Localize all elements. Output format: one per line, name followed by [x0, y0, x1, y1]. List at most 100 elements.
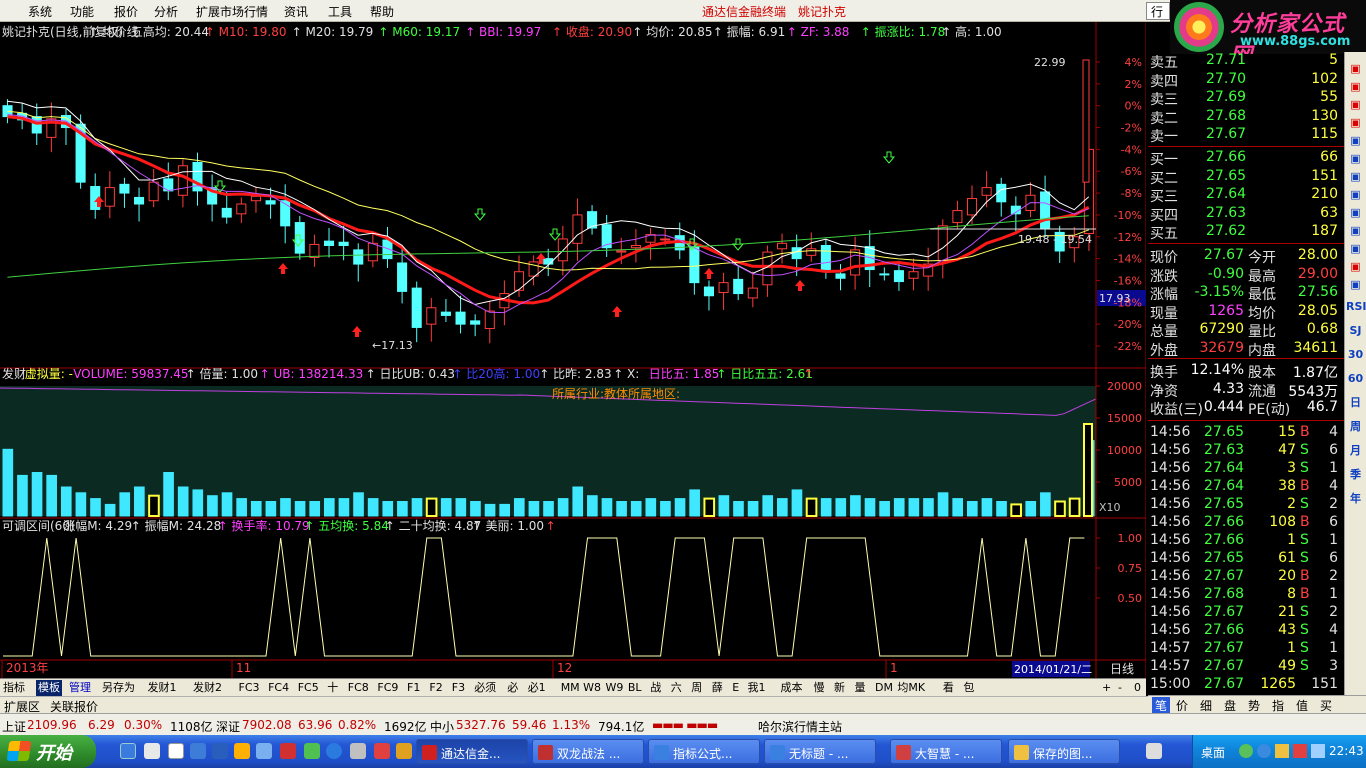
- template-tab-31[interactable]: 量: [855, 680, 866, 696]
- clock[interactable]: 22:43: [1329, 744, 1364, 758]
- trade-tick-row[interactable]: 14:56 27.66 108 B 6: [1148, 514, 1344, 532]
- trade-tick-row[interactable]: 14:56 27.68 8 B 1: [1148, 586, 1344, 604]
- volume-icon[interactable]: [1275, 744, 1289, 758]
- toolbar-chart-icon[interactable]: ▣: [1346, 240, 1365, 258]
- template-tab-10[interactable]: FC8: [348, 680, 369, 696]
- menu-function[interactable]: 功能: [70, 3, 94, 20]
- detail-tab-6[interactable]: 值: [1296, 697, 1308, 714]
- quote-row[interactable]: 现价 27.67 今开 28.00: [1148, 247, 1344, 266]
- chrome-icon[interactable]: [304, 743, 320, 759]
- template-tab-0[interactable]: 指标: [3, 680, 25, 696]
- task-dzh[interactable]: 大智慧 - ...: [890, 739, 1002, 764]
- network-icon[interactable]: [1311, 744, 1325, 758]
- bid-row[interactable]: 买三 27.64 210: [1148, 186, 1344, 205]
- template-tab-27[interactable]: 我1: [748, 680, 766, 696]
- template-tab-32[interactable]: DM: [875, 680, 893, 696]
- template-tab-8[interactable]: FC5: [298, 680, 319, 696]
- finance-row[interactable]: 换手 12.14% 股本 1.87亿: [1148, 362, 1344, 381]
- flash-icon[interactable]: [374, 743, 390, 759]
- template-tab-14[interactable]: F3: [452, 680, 465, 696]
- trade-tick-row[interactable]: 14:56 27.63 47 S 6: [1148, 442, 1344, 460]
- template-tab-12[interactable]: F1: [407, 680, 420, 696]
- quote-row[interactable]: 总量 67290 量比 0.68: [1148, 321, 1344, 340]
- toolbar-30[interactable]: 30: [1346, 346, 1365, 364]
- template-tab-20[interactable]: W9: [606, 680, 624, 696]
- template-tab-1[interactable]: 模板: [36, 680, 62, 696]
- chevron-right-icon[interactable]: [396, 743, 412, 759]
- template-tab-22[interactable]: 战: [650, 680, 661, 696]
- template-tab-17[interactable]: 必1: [528, 680, 546, 696]
- task-untitled[interactable]: 无标题 - ...: [764, 739, 876, 764]
- toolbar-chart-icon[interactable]: ▣: [1346, 96, 1365, 114]
- show-desktop-icon[interactable]: [120, 743, 136, 759]
- quote-row[interactable]: 涨跌 -0.90 最高 29.00: [1148, 266, 1344, 285]
- toolbar-SJ[interactable]: SJ: [1346, 322, 1365, 340]
- trade-tick-row[interactable]: 14:56 27.66 43 S 4: [1148, 622, 1344, 640]
- task-tdx[interactable]: 通达信金...: [416, 739, 528, 764]
- template-tab-19[interactable]: W8: [583, 680, 601, 696]
- task-formula[interactable]: 指标公式...: [648, 739, 760, 764]
- template-tab-7[interactable]: FC4: [268, 680, 289, 696]
- template-tab-5[interactable]: 发财2: [193, 680, 222, 696]
- zoom-button-0[interactable]: +: [1102, 680, 1111, 696]
- toolbar-chart-icon[interactable]: ▣: [1346, 132, 1365, 150]
- template-tab-21[interactable]: BL: [628, 680, 642, 696]
- toolbar-RSI[interactable]: RSI: [1346, 298, 1366, 316]
- detail-tab-1[interactable]: 价: [1176, 697, 1188, 714]
- ask-row[interactable]: 卖三 27.69 55: [1148, 89, 1344, 108]
- template-tab-18[interactable]: MM: [561, 680, 580, 696]
- menu-help[interactable]: 帮助: [370, 3, 394, 20]
- toolbar-周[interactable]: 周: [1346, 418, 1365, 436]
- template-tab-26[interactable]: E: [732, 680, 739, 696]
- keyboard-icon[interactable]: [1146, 743, 1162, 759]
- explorer-icon[interactable]: [144, 743, 160, 759]
- toolbar-chart-icon[interactable]: ▣: [1346, 168, 1365, 186]
- template-tab-6[interactable]: FC3: [239, 680, 260, 696]
- template-tab-3[interactable]: 另存为: [102, 680, 135, 696]
- toolbar-chart-icon[interactable]: ▣: [1346, 78, 1365, 96]
- detail-tab-5[interactable]: 指: [1272, 697, 1284, 714]
- toolbar-chart-icon[interactable]: ▣: [1346, 186, 1365, 204]
- ask-row[interactable]: 卖五 27.71 5: [1148, 52, 1344, 71]
- template-tab-2[interactable]: 管理: [69, 680, 91, 696]
- template-tab-15[interactable]: 必须: [474, 680, 496, 696]
- trade-button[interactable]: 行: [1146, 2, 1170, 20]
- ask-row[interactable]: 卖一 27.67 115: [1148, 126, 1344, 145]
- toolbar-chart-icon[interactable]: ▣: [1346, 150, 1365, 168]
- menu-news[interactable]: 资讯: [284, 3, 308, 20]
- toolbar-季[interactable]: 季: [1346, 466, 1365, 484]
- zoom-button-1[interactable]: -: [1118, 680, 1122, 696]
- tool-icon[interactable]: [350, 743, 366, 759]
- template-tab-29[interactable]: 慢: [814, 680, 825, 696]
- trade-tick-row[interactable]: 14:56 27.66 1 S 1: [1148, 532, 1344, 550]
- toolbar-chart-icon[interactable]: ▣: [1346, 114, 1365, 132]
- chart-area[interactable]: 姚记扑克(日线,前复权) ↑ 均价线 五高均: 20.44 ↑ M10: 19.80 ↑…: [0, 22, 1147, 678]
- template-tab-28[interactable]: 成本: [781, 680, 803, 696]
- template-tab-13[interactable]: F2: [429, 680, 442, 696]
- menu-analysis[interactable]: 分析: [154, 3, 178, 20]
- template-tab-33[interactable]: 均MK: [897, 680, 925, 696]
- bid-row[interactable]: 买四 27.63 63: [1148, 205, 1344, 224]
- trade-tick-row[interactable]: 14:56 27.65 2 S 2: [1148, 496, 1344, 514]
- trade-tick-row[interactable]: 14:56 27.65 61 S 6: [1148, 550, 1344, 568]
- menu-tools[interactable]: 工具: [328, 3, 352, 20]
- finance-row[interactable]: 收益(三) 0.444 PE(动) 46.7: [1148, 399, 1344, 418]
- template-tab-11[interactable]: FC9: [377, 680, 398, 696]
- browser-icon[interactable]: [326, 743, 342, 759]
- toolbar-年[interactable]: 年: [1346, 490, 1365, 508]
- template-tab-34[interactable]: 看: [943, 680, 954, 696]
- template-tab-4[interactable]: 发财1: [148, 680, 177, 696]
- template-tab-25[interactable]: 薛: [712, 680, 723, 696]
- task-saved-images[interactable]: 保存的图...: [1008, 739, 1120, 764]
- menu-system[interactable]: 系统: [28, 3, 52, 20]
- quote-row[interactable]: 现量 1265 均价 28.05: [1148, 303, 1344, 322]
- start-button[interactable]: 开始: [0, 735, 96, 768]
- toolbar-chart-icon[interactable]: ▣: [1346, 222, 1365, 240]
- server-station[interactable]: 哈尔滨行情主站: [758, 718, 842, 735]
- menu-quote[interactable]: 报价: [114, 3, 138, 20]
- ask-row[interactable]: 卖二 27.68 130: [1148, 108, 1344, 127]
- toolbar-chart-icon[interactable]: ▣: [1346, 204, 1365, 222]
- detail-tab-4[interactable]: 势: [1248, 697, 1260, 714]
- ie-icon[interactable]: [190, 743, 206, 759]
- folder-icon[interactable]: [234, 743, 250, 759]
